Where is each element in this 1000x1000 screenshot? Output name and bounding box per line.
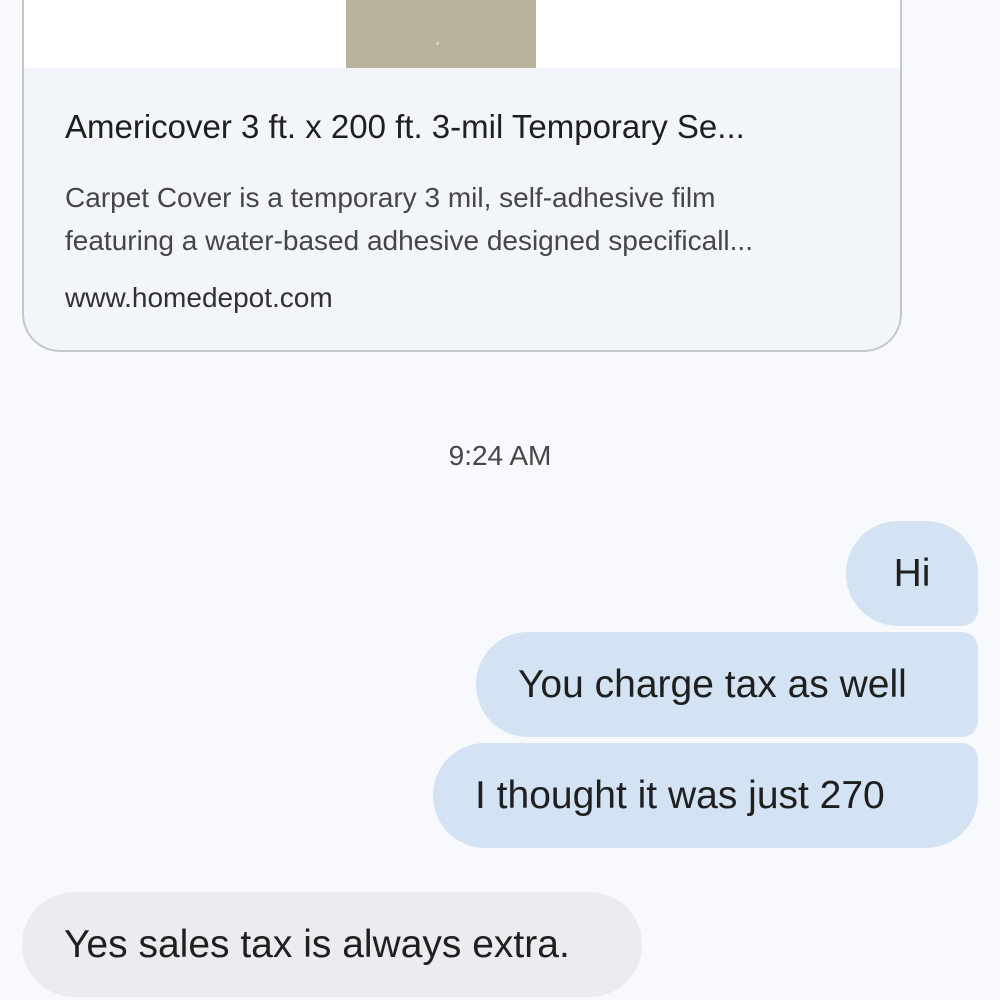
outgoing-message-bubble[interactable]: You charge tax as well xyxy=(476,632,978,737)
incoming-message-bubble[interactable]: Yes sales tax is always extra. xyxy=(22,892,642,997)
conversation-view: Americover 3 ft. x 200 ft. 3-mil Tempora… xyxy=(0,0,1000,1000)
product-thumbnail xyxy=(346,0,536,68)
outgoing-message-bubble[interactable]: I thought it was just 270 xyxy=(433,743,978,848)
link-preview-title: Americover 3 ft. x 200 ft. 3-mil Tempora… xyxy=(65,108,745,145)
message-text: Yes sales tax is always extra. xyxy=(64,922,570,966)
link-preview-description-line: Carpet Cover is a temporary 3 mil, self-… xyxy=(65,182,716,213)
link-preview-card[interactable]: Americover 3 ft. x 200 ft. 3-mil Tempora… xyxy=(22,0,902,352)
link-preview-image-area xyxy=(24,0,900,68)
link-preview-description: Carpet Cover is a temporary 3 mil, self-… xyxy=(65,176,865,262)
link-preview-description-line: featuring a water-based adhesive designe… xyxy=(65,225,753,256)
message-text: Hi xyxy=(893,551,931,595)
link-preview-url: www.homedepot.com xyxy=(65,282,333,313)
message-timestamp: 9:24 AM xyxy=(448,440,552,471)
outgoing-message-bubble[interactable]: Hi xyxy=(846,521,978,626)
message-text: You charge tax as well xyxy=(518,662,907,706)
message-text: I thought it was just 270 xyxy=(475,773,885,817)
